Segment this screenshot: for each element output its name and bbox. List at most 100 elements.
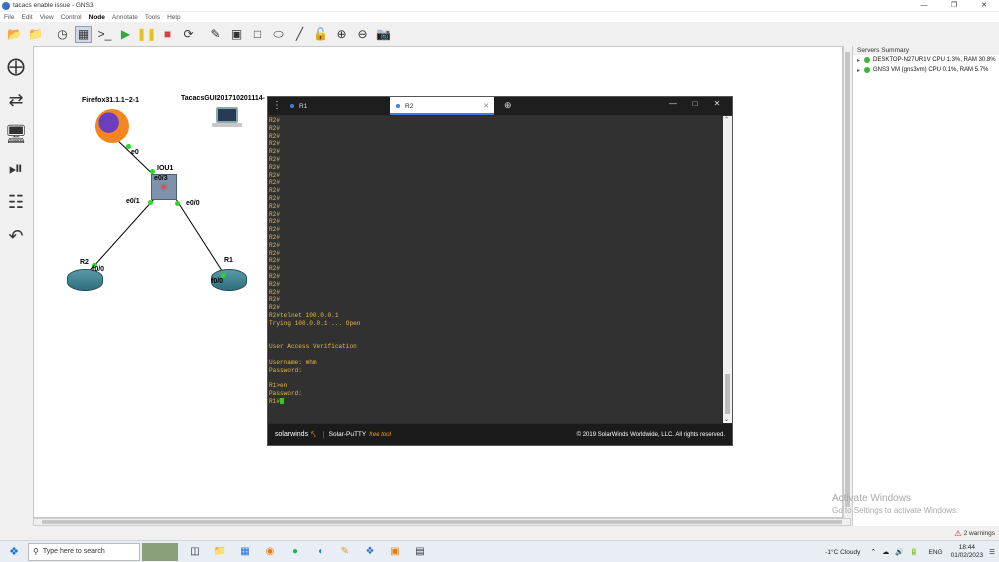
- warning-icon: ⚠: [954, 529, 962, 538]
- firefox-node-icon[interactable]: [95, 109, 129, 143]
- task-view-icon[interactable]: ◫: [187, 544, 203, 560]
- tab-label: R2: [405, 102, 414, 110]
- screenshot-icon[interactable]: 📷: [375, 26, 392, 43]
- rectangle-icon[interactable]: □: [249, 26, 266, 43]
- server-label: GNS3 VM (gns3vm) CPU 0.1%, RAM 5.7%: [873, 67, 989, 73]
- add-link-icon[interactable]: ↶: [4, 224, 28, 248]
- terminal-line: User Access Verification: [269, 343, 357, 351]
- canvas-horizontal-scrollbar[interactable]: [33, 518, 851, 526]
- terminal-scrollbar[interactable]: ⌃ ⌄: [723, 116, 732, 423]
- menu-control[interactable]: Control: [61, 14, 82, 21]
- expand-arrow-icon[interactable]: ▸: [857, 57, 864, 64]
- restore-button[interactable]: ❐: [939, 0, 969, 11]
- menu-file[interactable]: File: [4, 14, 14, 21]
- search-highlight-image[interactable]: [142, 542, 178, 561]
- terminal-line: Trying 100.0.0.1 ... Open: [269, 319, 361, 327]
- terminal-line: R2#: [269, 117, 280, 124]
- menu-help[interactable]: Help: [167, 14, 180, 21]
- copyright-text: © 2019 SolarWinds Worldwide, LLC. All ri…: [576, 431, 725, 438]
- laptop-node-icon[interactable]: [212, 107, 242, 133]
- warnings-indicator[interactable]: ⚠ 2 warnings: [954, 529, 995, 538]
- end-devices-category-icon[interactable]: 🖥: [4, 122, 28, 146]
- store-icon[interactable]: ▦: [237, 544, 253, 560]
- search-icon: ⚲: [33, 547, 39, 556]
- tray-icons[interactable]: ⌃ ☁ 🔊 🔋: [870, 548, 920, 556]
- start-icon[interactable]: ▶: [117, 26, 134, 43]
- putty-taskbar-icon[interactable]: ▣: [387, 544, 403, 560]
- terminal-line: R2#: [269, 187, 280, 195]
- spotify-icon[interactable]: ●: [287, 544, 303, 560]
- suspend-icon[interactable]: ❚❚: [136, 26, 156, 43]
- port-dot: [150, 169, 155, 174]
- menu-tools[interactable]: Tools: [145, 14, 160, 21]
- gns3-taskbar-icon[interactable]: ❖: [362, 544, 378, 560]
- scroll-down-icon[interactable]: ⌄: [724, 416, 729, 423]
- switches-category-icon[interactable]: ⇄: [4, 88, 28, 112]
- edit-note-icon[interactable]: ✎: [207, 26, 224, 43]
- open-folder-icon[interactable]: 📂: [6, 26, 23, 43]
- terminal-line: R2#: [269, 218, 280, 226]
- expand-arrow-icon[interactable]: ▸: [857, 67, 864, 74]
- server-row[interactable]: ▸ DESKTOP-N27UR1V CPU 1.3%, RAM 30.8%: [853, 55, 999, 65]
- weather-widget[interactable]: -1°C Cloudy: [825, 549, 860, 556]
- watermark-title: Activate Windows: [832, 493, 911, 504]
- putty-maximize-button[interactable]: □: [684, 99, 706, 108]
- menu-view[interactable]: View: [40, 14, 54, 21]
- all-devices-category-icon[interactable]: ☷: [4, 190, 28, 214]
- lock-icon[interactable]: 🔓: [312, 26, 329, 43]
- taskbar-clock[interactable]: 18:44 01/02/2023: [951, 544, 984, 560]
- canvas-vertical-scrollbar[interactable]: [843, 46, 851, 518]
- zoom-in-icon[interactable]: ⊕: [333, 26, 350, 43]
- edge-icon[interactable]: ◖: [312, 544, 328, 560]
- menu-annotate[interactable]: Annotate: [112, 14, 138, 21]
- language-indicator[interactable]: ENG: [929, 549, 943, 556]
- terminal-line: R2#: [269, 179, 280, 187]
- server-status-icon: [864, 57, 870, 63]
- image-icon[interactable]: ▣: [228, 26, 245, 43]
- line-icon[interactable]: ╱: [291, 26, 308, 43]
- terminal-line: R2#: [269, 210, 280, 218]
- pencil-app-icon[interactable]: ✎: [337, 544, 353, 560]
- console-icon[interactable]: >_: [96, 26, 113, 43]
- new-session-icon[interactable]: ⊕: [504, 100, 512, 111]
- open-project-icon[interactable]: 📁: [27, 26, 44, 43]
- putty-close-button[interactable]: ✕: [706, 99, 728, 108]
- minimize-button[interactable]: —: [909, 0, 939, 11]
- terminal-line: R2#: [269, 304, 280, 312]
- terminal-output[interactable]: R2# R2# R2# R2# R2# R2# R2# R2# R2# R2# R2# R2# R2# R…: [269, 116, 722, 423]
- server-status-icon: [864, 67, 870, 73]
- terminal-line: R2#: [269, 226, 280, 234]
- terminal-line: Password:: [269, 389, 302, 397]
- putty-minimize-button[interactable]: —: [662, 99, 684, 108]
- routers-category-icon[interactable]: ⨁: [4, 54, 28, 78]
- menu-node[interactable]: Node: [89, 14, 105, 21]
- reload-icon[interactable]: ⟳: [180, 26, 197, 43]
- tab-close-icon[interactable]: ✕: [483, 102, 489, 110]
- show-interfaces-icon[interactable]: ▦: [75, 25, 92, 43]
- notifications-icon[interactable]: ☰: [989, 548, 995, 556]
- windows-start-icon[interactable]: ❖: [0, 545, 28, 558]
- terminal-line: R2#telnet 100.0.0.1: [269, 311, 339, 319]
- solarwinds-mark-icon: ⤣: [311, 429, 316, 439]
- server-row[interactable]: ▸ GNS3 VM (gns3vm) CPU 0.1%, RAM 5.7%: [853, 65, 999, 75]
- stop-icon[interactable]: ■: [159, 26, 176, 43]
- status-bar: ⚠ 2 warnings: [0, 526, 999, 540]
- terminal-line: R2#: [269, 194, 280, 202]
- tab-r1[interactable]: R1: [268, 97, 390, 115]
- close-button[interactable]: ✕: [969, 0, 999, 11]
- ellipse-icon[interactable]: ⬭: [270, 26, 287, 43]
- file-explorer-icon[interactable]: 📁: [212, 544, 228, 560]
- zoom-out-icon[interactable]: ⊖: [354, 26, 371, 43]
- taskbar-search-box[interactable]: ⚲ Type here to search: [28, 542, 140, 561]
- menu-edit[interactable]: Edit: [21, 14, 32, 21]
- snapshot-icon[interactable]: ◷: [54, 26, 71, 43]
- port-label-r2-f0-0: f0/0: [92, 266, 105, 273]
- scroll-up-icon[interactable]: ⌃: [724, 116, 729, 123]
- tab-r2[interactable]: R2 ✕: [390, 97, 494, 115]
- terminal-taskbar-icon[interactable]: ▤: [412, 544, 428, 560]
- blender-icon[interactable]: ◉: [262, 544, 278, 560]
- security-devices-category-icon[interactable]: ⏯: [4, 156, 28, 180]
- terminal-line: R2#: [269, 257, 280, 265]
